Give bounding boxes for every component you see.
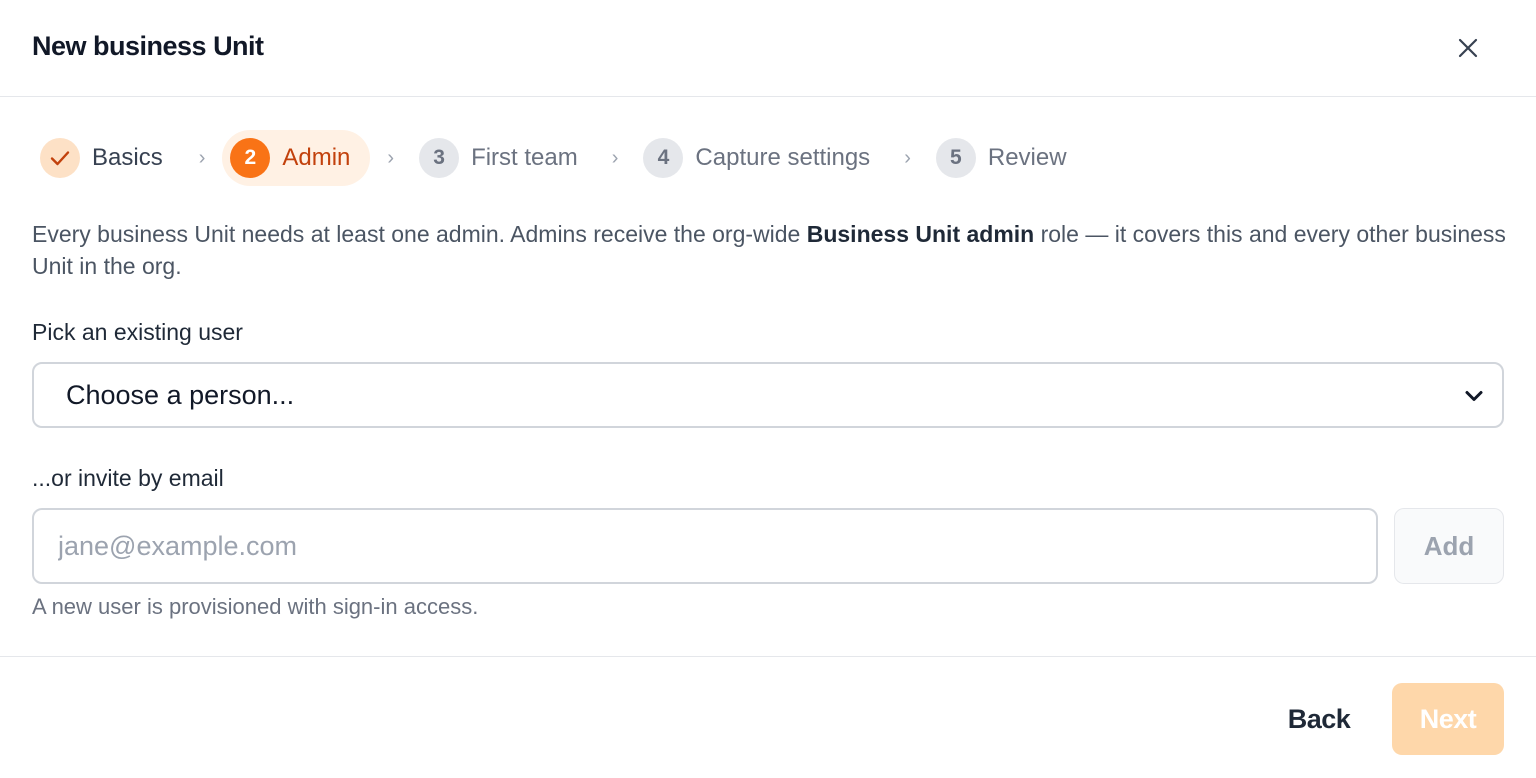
step-first-team[interactable]: 3 First team	[411, 130, 586, 186]
step-label: Capture settings	[695, 144, 871, 171]
check-icon	[50, 151, 70, 166]
close-button[interactable]	[1446, 26, 1490, 70]
pick-user-label: Pick an existing user	[32, 319, 243, 345]
add-email-button[interactable]: Add	[1394, 508, 1504, 584]
next-button[interactable]: Next	[1392, 683, 1504, 755]
step-badge: 4	[643, 138, 684, 178]
step-badge: 3	[419, 138, 460, 178]
step-separator-chevron-icon: ›	[387, 147, 395, 169]
wizard-stepper: Basics › 2 Admin › 3 First team › 4 Capt…	[32, 128, 1075, 188]
step-basics[interactable]: Basics	[32, 130, 171, 186]
email-field[interactable]	[32, 508, 1378, 584]
step-review[interactable]: 5 Review	[928, 130, 1075, 186]
step-badge	[40, 138, 80, 178]
dialog-header: New business Unit	[0, 0, 1536, 97]
invite-email-label: ...or invite by email	[32, 465, 224, 491]
step-label: Review	[987, 144, 1067, 171]
person-select-value: Choose a person...	[66, 379, 295, 410]
chevron-down-icon	[1465, 391, 1483, 401]
step-label: First team	[471, 144, 578, 171]
close-icon	[1458, 38, 1478, 58]
description-role-name: Business Unit admin	[806, 221, 1035, 247]
step-separator-chevron-icon: ›	[904, 147, 911, 169]
new-business-unit-dialog: New business Unit Basics › 2 Admin › 3 F…	[0, 0, 1536, 778]
step-badge: 5	[935, 138, 976, 178]
description-text: Every business Unit needs at least one a…	[32, 221, 807, 247]
back-button[interactable]: Back	[1270, 683, 1368, 755]
dialog-footer: Back Next	[0, 656, 1536, 778]
step-badge: 2	[230, 138, 271, 178]
step-label: Admin	[282, 144, 351, 171]
admin-description: Every business Unit needs at least one a…	[32, 218, 1512, 282]
step-separator-chevron-icon: ›	[198, 147, 206, 169]
step-separator-chevron-icon: ›	[611, 147, 619, 169]
step-admin[interactable]: 2 Admin	[222, 130, 371, 186]
step-label: Basics	[92, 144, 163, 171]
dialog-title: New business Unit	[32, 31, 264, 61]
person-select[interactable]: Choose a person...	[32, 362, 1504, 428]
step-capture-settings[interactable]: 4 Capture settings	[635, 130, 878, 186]
invite-hint: A new user is provisioned with sign-in a…	[32, 594, 479, 619]
